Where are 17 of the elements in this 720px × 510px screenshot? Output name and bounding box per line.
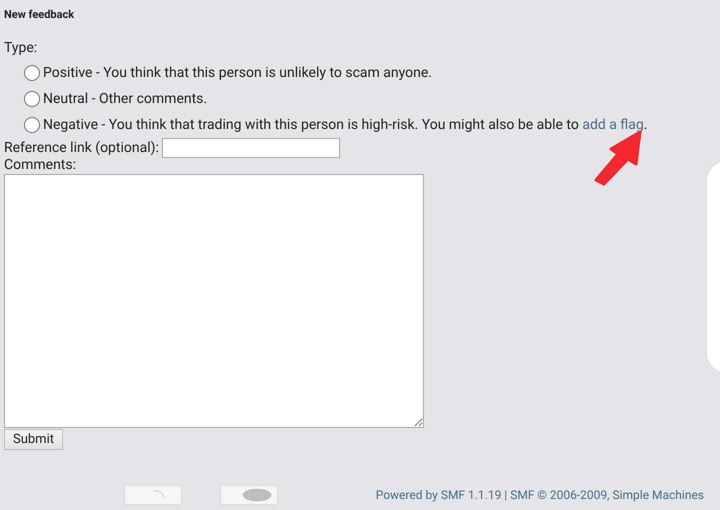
- radio-button[interactable]: [24, 65, 40, 81]
- powered-by-link[interactable]: Powered by SMF 1.1.19: [376, 488, 502, 502]
- option-label: Negative - You think that trading with this person is high-risk. You might also be able to add a flag.: [43, 117, 648, 133]
- copyright-link[interactable]: SMF © 2006-2009, Simple Machines: [510, 488, 704, 502]
- reference-label: Reference link (optional):: [4, 140, 159, 156]
- submit-button[interactable]: Submit: [4, 429, 63, 450]
- option-label: Positive - You think that this person is unlikely to scam anyone.: [43, 65, 432, 81]
- reference-input[interactable]: [162, 138, 340, 158]
- comments-field[interactable]: [4, 174, 424, 428]
- option-label: Neutral - Other comments.: [43, 91, 208, 107]
- radio-button[interactable]: [24, 91, 40, 107]
- comments-label: Comments:: [4, 157, 78, 173]
- radio-button[interactable]: [24, 117, 40, 133]
- type-label: Type:: [4, 40, 38, 58]
- separator: |: [503, 488, 508, 502]
- form-heading: New feedback: [4, 8, 74, 21]
- add-flag-link[interactable]: add a flag: [582, 117, 644, 133]
